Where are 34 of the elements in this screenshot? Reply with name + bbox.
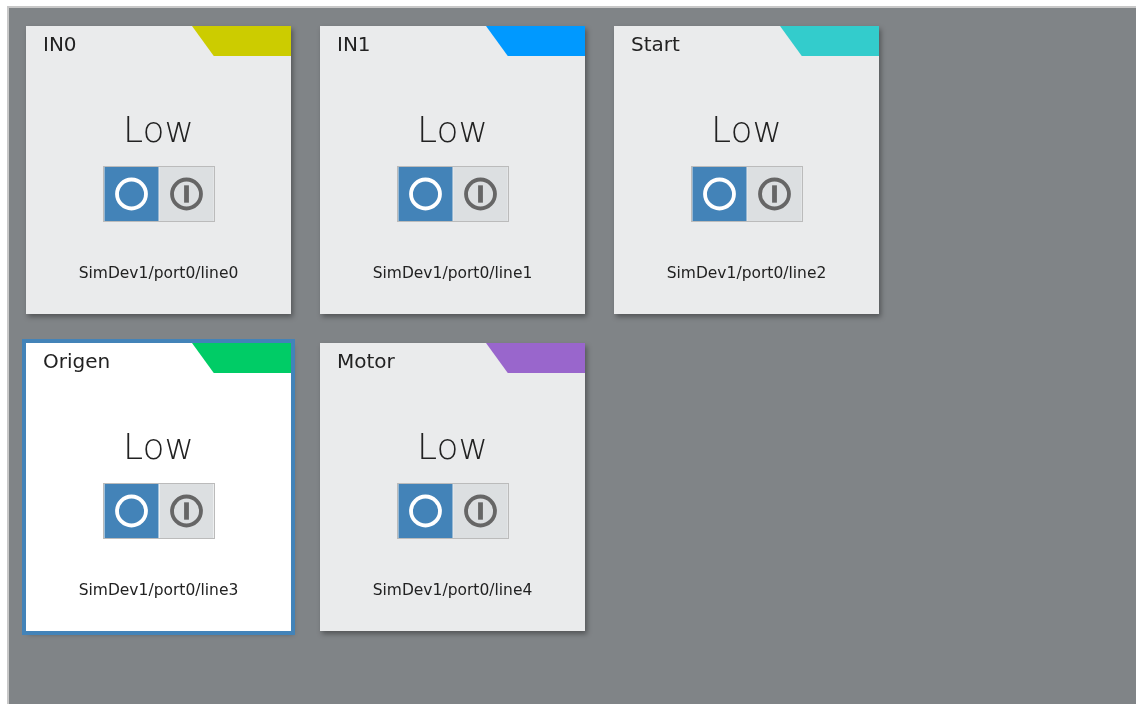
channel-path: SimDev1/port0/line2 xyxy=(666,264,827,282)
toggle-switch[interactable] xyxy=(396,166,509,222)
off-icon xyxy=(103,167,159,221)
channel-path: SimDev1/port0/line0 xyxy=(78,264,239,282)
toggle-switch[interactable] xyxy=(102,166,215,222)
channel-path: SimDev1/port0/line3 xyxy=(78,581,239,599)
state-label: Low xyxy=(123,110,194,150)
channel-card[interactable]: IN1 Low SimDev1/port0/line1 xyxy=(320,26,585,314)
toggle-switch[interactable] xyxy=(396,483,509,539)
state-label: Low xyxy=(417,427,488,467)
channel-name: Start xyxy=(631,32,680,58)
channel-name: Origen xyxy=(43,349,111,375)
state-label: Low xyxy=(711,110,782,150)
power-icon xyxy=(746,167,802,221)
off-icon xyxy=(103,484,159,538)
power-icon xyxy=(158,484,214,538)
off-icon xyxy=(397,484,453,538)
state-label: Low xyxy=(417,110,488,150)
toggle-switch[interactable] xyxy=(102,483,215,539)
channel-card[interactable]: IN0 Low SimDev1/port0/line0 xyxy=(26,26,291,314)
channel-name: Motor xyxy=(337,349,395,375)
power-icon xyxy=(452,167,508,221)
channel-name: IN1 xyxy=(337,32,371,58)
off-icon xyxy=(397,167,453,221)
channel-name: IN0 xyxy=(43,32,77,58)
toggle-switch[interactable] xyxy=(690,166,803,222)
channel-card[interactable]: Start Low SimDev1/port0/line2 xyxy=(614,26,879,314)
channel-path: SimDev1/port0/line1 xyxy=(372,264,533,282)
power-icon xyxy=(158,167,214,221)
power-icon xyxy=(452,484,508,538)
state-label: Low xyxy=(123,427,194,467)
channel-path: SimDev1/port0/line4 xyxy=(372,581,533,599)
channel-card[interactable]: Motor Low SimDev1/port0/line4 xyxy=(320,343,585,631)
off-icon xyxy=(691,167,747,221)
